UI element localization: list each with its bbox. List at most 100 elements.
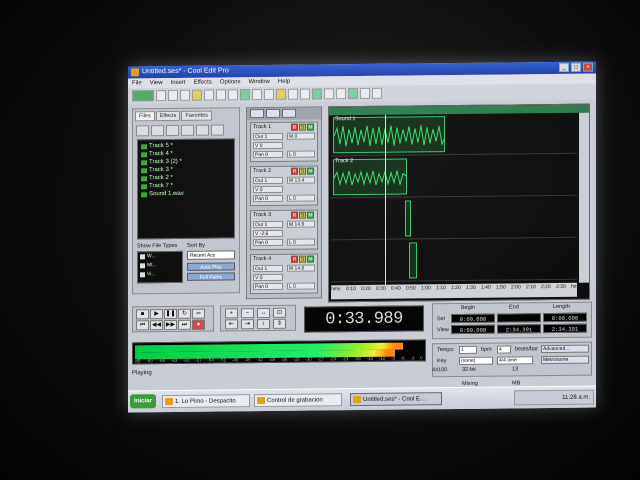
beats-field[interactable]: 4 (497, 345, 511, 354)
toolbar-misc2-icon[interactable] (372, 87, 382, 99)
stop-icon[interactable]: ■ (136, 309, 149, 320)
toolbar-mode-toggle-icon[interactable] (132, 90, 154, 102)
mute-button[interactable]: M (307, 255, 314, 263)
taskbar-item-active[interactable]: Untitled.ses* - Cool E... (350, 392, 442, 407)
timeline-ruler[interactable]: hms 0:10 0:20 0:30 0:40 0:50 1:00 1:10 1:20 1:30 1… (331, 282, 580, 300)
menu-file[interactable]: File (132, 78, 142, 88)
track-name[interactable]: Track 1 (253, 124, 271, 130)
file-type-midi[interactable]: MI... (138, 261, 182, 270)
track-l[interactable]: L 0 (287, 194, 315, 202)
zoom-full-icon[interactable]: ↔ (257, 307, 270, 319)
list-item[interactable]: Sound 1.wav (138, 189, 234, 198)
toolbar-copy-icon[interactable] (216, 89, 226, 101)
sel-length-field[interactable]: 0:00.000 (543, 312, 587, 323)
track-m[interactable]: M 14.6 (287, 220, 315, 228)
checkbox-icon[interactable] (140, 254, 145, 260)
record-arm-button[interactable]: R (291, 167, 298, 175)
advanced-button[interactable]: Advanced... (541, 344, 589, 354)
toolbar-open-icon[interactable] (168, 89, 178, 102)
go-to-start-icon[interactable]: ⏮ (136, 320, 149, 331)
track-m[interactable]: M 14.6 (287, 264, 315, 272)
toolbar-save-icon[interactable] (180, 89, 190, 101)
track-pan[interactable]: Pan 0 (253, 282, 283, 291)
record-icon[interactable]: ● (192, 319, 205, 330)
sel-end-field[interactable] (497, 313, 541, 323)
toolbar-record-icon[interactable] (312, 88, 322, 100)
metronome-button[interactable]: Metronome (541, 355, 589, 365)
zoom-vertical-out-icon[interactable]: ⇕ (273, 318, 286, 329)
record-arm-button[interactable]: R (291, 211, 298, 219)
toolbar-select-icon[interactable] (264, 88, 274, 101)
track-output[interactable]: Out 1 (253, 176, 283, 185)
auto-play-button[interactable]: Auto Play (187, 262, 235, 271)
solo-button[interactable]: S (299, 211, 306, 219)
toolbar-cut-icon[interactable] (204, 89, 214, 101)
track-eq-icon[interactable] (266, 108, 280, 119)
menu-options[interactable]: Options (220, 77, 241, 87)
toolbar-misc-icon[interactable] (360, 87, 370, 100)
file-type-video[interactable]: Vi... (138, 270, 182, 279)
track-bus-icon[interactable] (282, 108, 296, 118)
track-name[interactable]: Track 2 (253, 168, 271, 174)
go-to-end-icon[interactable]: ⏭ (178, 319, 191, 330)
start-button[interactable]: Iniciar (130, 394, 156, 409)
options-icon[interactable] (211, 124, 224, 136)
insert-file-icon[interactable] (196, 124, 209, 136)
track-lane-2[interactable]: Track 2 2 (331, 154, 587, 199)
track-lane-3[interactable]: 3 (331, 196, 587, 241)
close-file-icon[interactable] (166, 124, 179, 137)
solo-button[interactable]: S (299, 255, 306, 263)
rewind-icon[interactable]: ◀◀ (150, 320, 163, 331)
toolbar-tool-icon[interactable] (336, 88, 346, 100)
zoom-in-icon[interactable]: + (225, 308, 238, 319)
toolbar-insert-icon[interactable] (324, 88, 334, 100)
track-output[interactable]: Out 1 (253, 220, 283, 229)
menu-window[interactable]: Window (249, 77, 270, 87)
loop-icon[interactable]: ∞ (192, 308, 205, 319)
mute-button[interactable]: M (307, 211, 314, 219)
toolbar-wave-icon[interactable] (240, 89, 250, 101)
mute-button[interactable]: M (307, 123, 314, 131)
toolbar-envelope-icon[interactable] (276, 88, 286, 100)
toolbar-snap-icon[interactable] (300, 88, 310, 100)
zoom-right-icon[interactable]: ⇥ (241, 319, 254, 330)
sort-by-select[interactable]: Recent Acc (187, 250, 235, 260)
menu-insert[interactable]: Insert (171, 78, 186, 88)
play-icon[interactable]: ▶ (150, 309, 163, 320)
tab-favorites[interactable]: Favorites (181, 110, 212, 121)
toolbar-paste-icon[interactable] (228, 89, 238, 101)
solo-button[interactable]: S (299, 123, 306, 131)
track-name[interactable]: Track 3 (253, 212, 271, 218)
tab-files[interactable]: Files (135, 111, 155, 122)
solo-button[interactable]: S (299, 167, 306, 175)
track-volume[interactable]: V 0 (253, 273, 283, 282)
audio-clip[interactable] (405, 200, 411, 237)
track-pan[interactable]: Pan 0 (253, 150, 283, 159)
fast-forward-icon[interactable]: ▶▶ (164, 319, 177, 331)
minimize-icon[interactable]: _ (559, 62, 569, 72)
mute-button[interactable]: M (307, 167, 314, 175)
open-file-icon[interactable] (136, 125, 149, 137)
clock[interactable]: 11:28 a.m. (562, 395, 590, 401)
sel-begin-field[interactable]: 0:00.000 (451, 313, 495, 324)
close-icon[interactable]: × (583, 62, 593, 72)
full-paths-button[interactable]: Full Paths (187, 272, 235, 281)
checkbox-icon[interactable] (140, 272, 145, 278)
menu-help[interactable]: Help (278, 77, 290, 87)
zoom-left-icon[interactable]: ⇤ (225, 319, 238, 330)
maximize-icon[interactable]: □ (571, 62, 581, 72)
track-l[interactable]: L 0 (287, 150, 315, 158)
multitrack-view[interactable]: Sound 1 1 Track 2 2 3 4 hms 0:10 0:20 0:30 0… (328, 103, 590, 303)
toolbar-new-icon[interactable] (156, 90, 166, 102)
playhead[interactable] (385, 114, 386, 285)
track-m[interactable]: M 0 (287, 132, 315, 140)
track-view-icon[interactable] (250, 109, 264, 119)
menu-view[interactable]: View (150, 78, 163, 88)
tab-effects[interactable]: Effects (155, 110, 181, 122)
zoom-vertical-in-icon[interactable]: ↕ (257, 318, 270, 330)
edit-file-icon[interactable] (181, 124, 194, 136)
track-volume[interactable]: V -2.6 (253, 229, 283, 238)
zoom-out-icon[interactable]: − (241, 308, 254, 319)
record-arm-button[interactable]: R (291, 255, 298, 263)
toolbar-green-icon[interactable] (348, 88, 358, 100)
